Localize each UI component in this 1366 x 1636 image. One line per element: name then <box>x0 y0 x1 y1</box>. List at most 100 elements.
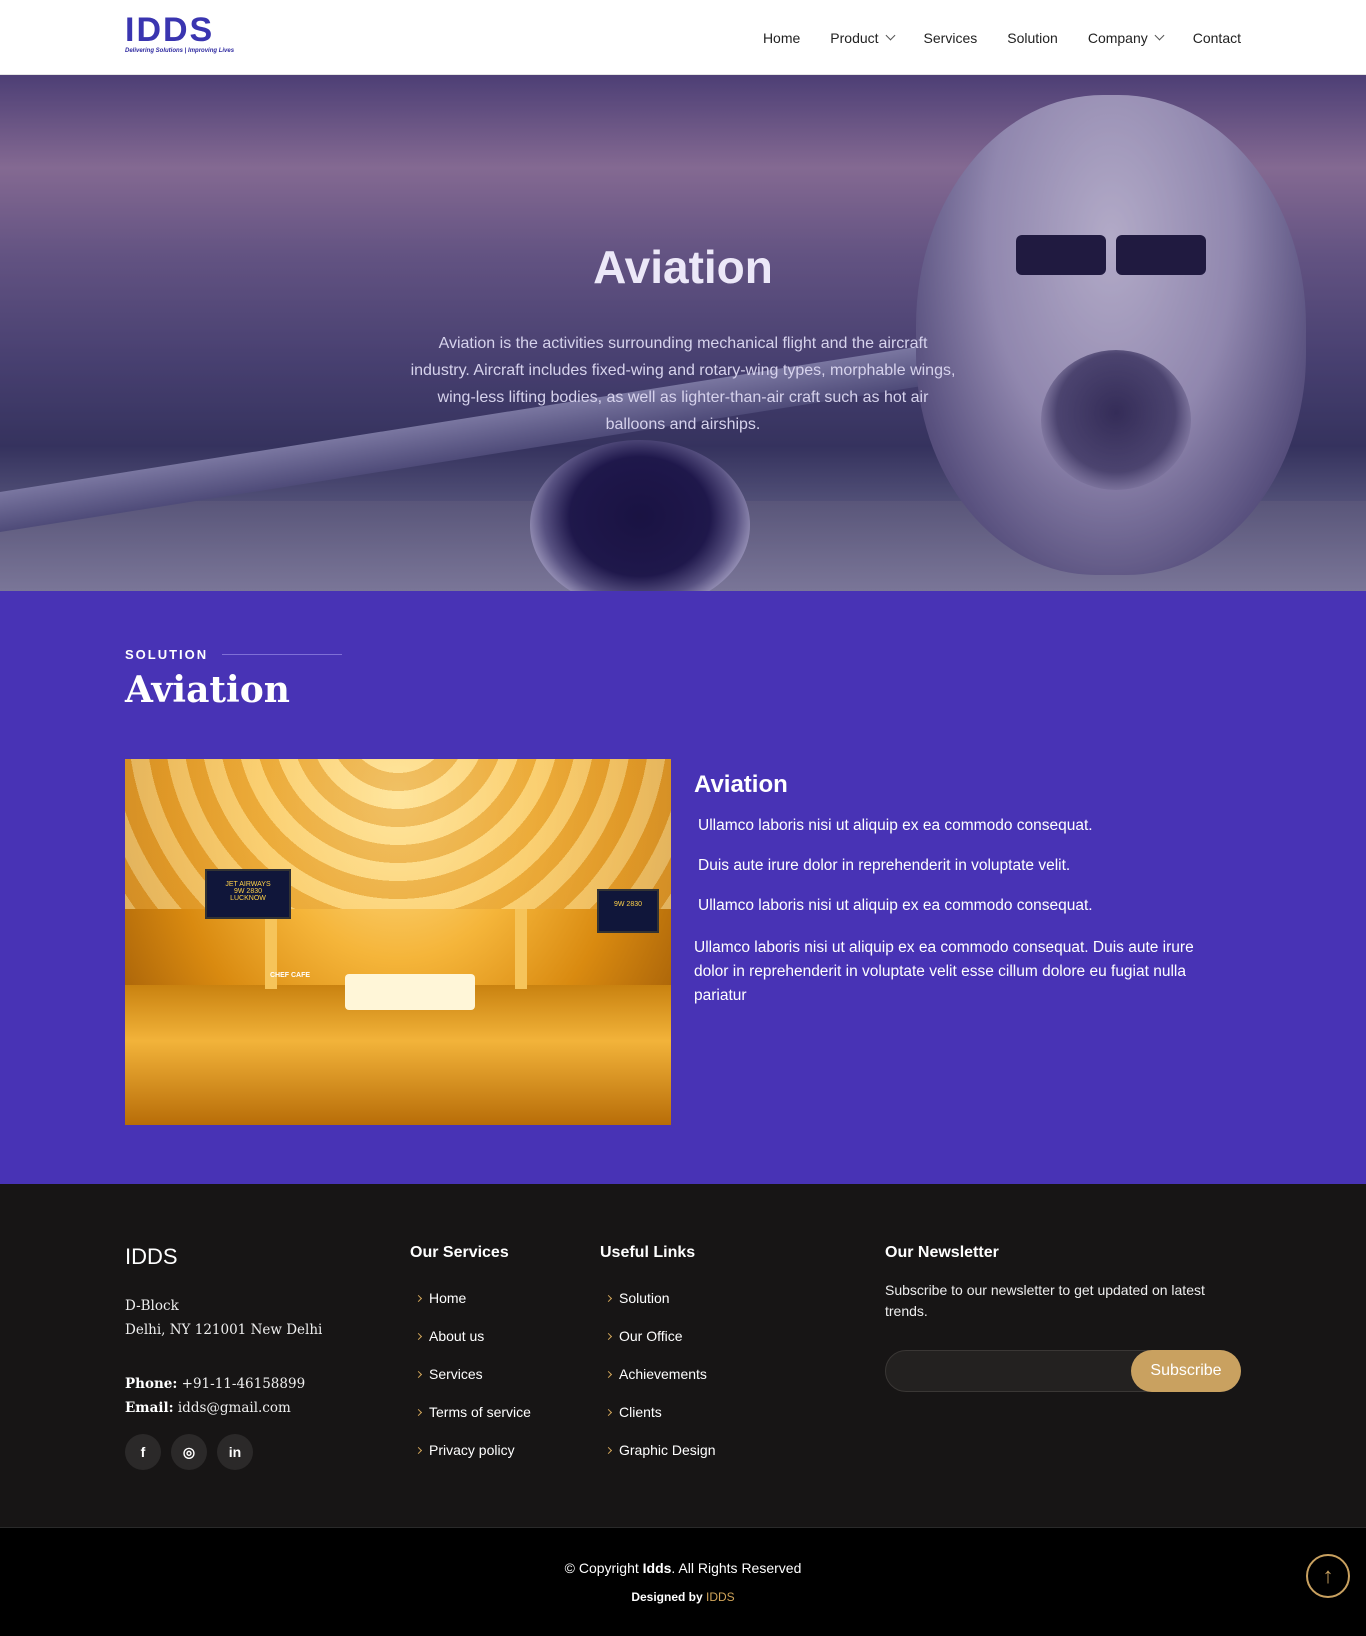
footer-link-office[interactable]: Our Office <box>600 1317 716 1355</box>
footer-link-services[interactable]: Services <box>410 1355 531 1393</box>
nav-contact[interactable]: Contact <box>1193 30 1241 46</box>
site-logo[interactable]: IDDS Delivering Solutions | Improving Li… <box>125 11 245 62</box>
nav-product[interactable]: Product <box>830 29 895 46</box>
phone-line: Phone: +91-11-46158899 <box>125 1372 305 1396</box>
chevron-right-icon <box>604 1446 613 1454</box>
copyright-suffix: . All Rights Reserved <box>671 1560 802 1576</box>
email-value[interactable]: idds@gmail.com <box>178 1400 291 1416</box>
chevron-down-icon <box>1154 30 1165 41</box>
logo-mark: IDDS <box>125 11 215 49</box>
section-label-text: SOLUTION <box>125 647 209 662</box>
phone-label: Phone: <box>125 1376 178 1392</box>
chevron-right-icon <box>604 1408 613 1416</box>
screen-flight: 9W 2830 <box>233 888 263 895</box>
nav-solution-label: Solution <box>1007 29 1058 46</box>
footer-brand: IDDS <box>125 1244 178 1269</box>
section-label-divider <box>222 654 343 655</box>
designed-by: Designed by IDDS <box>0 1590 1366 1604</box>
instagram-icon[interactable]: ◎ <box>171 1434 207 1470</box>
nav-home-label: Home <box>762 29 801 46</box>
designed-by-prefix: Designed by <box>631 1590 706 1604</box>
footer-link-achievements[interactable]: Achievements <box>600 1355 716 1393</box>
chevron-right-icon <box>414 1446 423 1454</box>
chevron-right-icon <box>414 1332 423 1340</box>
content-paragraph: Ullamco laboris nisi ut aliquip ex ea co… <box>694 939 1194 1004</box>
footer-link-label: Services <box>429 1366 483 1382</box>
chevron-right-icon <box>604 1370 613 1378</box>
bullet-item: Ullamco laboris nisi ut aliquip ex ea co… <box>698 817 1093 834</box>
back-to-top-button[interactable]: ↑ <box>1306 1554 1350 1598</box>
hero-description: Aviation is the activities surrounding m… <box>410 335 956 433</box>
copyright-brand: Idds <box>642 1560 672 1576</box>
address-line: D-Block <box>125 1298 179 1314</box>
footer-contact: Phone: +91-11-46158899 Email: idds@gmail… <box>125 1372 305 1420</box>
newsletter-form: Subscribe <box>885 1350 1241 1392</box>
nav-contact-label: Contact <box>1192 29 1241 46</box>
footer-link-solution[interactable]: Solution <box>600 1279 716 1317</box>
footer-useful-title: Useful Links <box>600 1244 696 1261</box>
designed-by-brand[interactable]: IDDS <box>706 1590 735 1604</box>
chevron-right-icon <box>604 1332 613 1340</box>
footer-link-home[interactable]: Home <box>410 1279 531 1317</box>
cafe-sign: CHEF CAFE <box>270 972 311 979</box>
nav-company[interactable]: Company <box>1087 29 1165 46</box>
footer-services: Our Services Home About us Services Term… <box>410 1244 531 1469</box>
footer-link-graphic-design[interactable]: Graphic Design <box>600 1431 716 1469</box>
email-line: Email: idds@gmail.com <box>125 1396 305 1420</box>
main-nav: Home Product Services Solution Company C… <box>763 0 1241 75</box>
chevron-right-icon <box>604 1294 613 1302</box>
chevron-down-icon <box>885 30 895 41</box>
footer-link-privacy[interactable]: Privacy policy <box>410 1431 531 1469</box>
address-line: Delhi, NY 121001 New Delhi <box>125 1322 323 1338</box>
terminal-counter <box>345 974 475 1010</box>
newsletter-email-input[interactable] <box>886 1351 1126 1391</box>
copyright-bar: © Copyright Idds. All Rights Reserved De… <box>0 1527 1366 1636</box>
nav-home[interactable]: Home <box>763 30 800 46</box>
newsletter-text: Subscribe to our newsletter to get updat… <box>885 1282 1205 1319</box>
footer-link-label: Solution <box>619 1290 670 1306</box>
newsletter-title: Our Newsletter <box>885 1244 999 1261</box>
footer-link-label: Home <box>429 1290 467 1306</box>
screen-airline: JET AIRWAYS <box>225 881 271 888</box>
footer-link-terms[interactable]: Terms of service <box>410 1393 531 1431</box>
bullet-item: Duis aute irure dolor in reprehenderit i… <box>698 857 1071 874</box>
hero-title: Aviation <box>593 241 773 293</box>
logo-tagline: Delivering Solutions | Improving Lives <box>125 48 235 54</box>
social-links: f ◎ in <box>125 1434 253 1470</box>
footer-link-about[interactable]: About us <box>410 1317 531 1355</box>
section-title: Aviation <box>125 669 290 711</box>
footer-link-label: Graphic Design <box>619 1442 716 1458</box>
phone-value[interactable]: +91-11-46158899 <box>182 1376 306 1392</box>
airport-terminal-image: JET AIRWAYS 9W 2830 LUCKNOW 9W 2830 CHEF… <box>125 759 671 1125</box>
copyright-prefix: © Copyright <box>564 1560 643 1576</box>
linkedin-icon[interactable]: in <box>217 1434 253 1470</box>
footer-link-label: Our Office <box>619 1328 683 1344</box>
flight-display-screen: 9W 2830 <box>597 889 659 933</box>
email-label: Email: <box>125 1400 174 1416</box>
facebook-icon[interactable]: f <box>125 1434 161 1470</box>
nav-services-label: Services <box>923 29 978 46</box>
nav-product-label: Product <box>830 29 879 46</box>
screen-flight: 9W 2830 <box>613 901 643 908</box>
flight-display-screen: JET AIRWAYS 9W 2830 LUCKNOW <box>205 869 291 919</box>
copyright-text: © Copyright Idds. All Rights Reserved <box>0 1528 1366 1576</box>
nav-solution[interactable]: Solution <box>1007 30 1058 46</box>
footer-useful-links: Useful Links Solution Our Office Achieve… <box>600 1244 716 1469</box>
section-label: SOLUTION <box>125 647 343 662</box>
nav-services[interactable]: Services <box>924 30 978 46</box>
chevron-right-icon <box>414 1370 423 1378</box>
footer-link-label: Terms of service <box>429 1404 531 1420</box>
footer-newsletter: Our Newsletter Subscribe to our newslett… <box>885 1244 1241 1392</box>
solution-section: SOLUTION Aviation JET AIRWAYS 9W 2830 LU… <box>0 591 1366 1184</box>
footer-link-label: Achievements <box>619 1366 707 1382</box>
subscribe-button[interactable]: Subscribe <box>1131 1350 1241 1392</box>
screen-city: LUCKNOW <box>230 895 266 902</box>
footer-link-label: Privacy policy <box>429 1442 515 1458</box>
nav-company-label: Company <box>1087 29 1148 46</box>
footer-link-clients[interactable]: Clients <box>600 1393 716 1431</box>
footer-address: D-Block Delhi, NY 121001 New Delhi <box>125 1294 322 1342</box>
content-title: Aviation <box>694 771 788 798</box>
terminal-pillar <box>515 909 527 989</box>
hero-banner: Aviation Aviation is the activities surr… <box>0 75 1366 591</box>
bullet-list: Ullamco laboris nisi ut aliquip ex ea co… <box>698 806 1093 926</box>
